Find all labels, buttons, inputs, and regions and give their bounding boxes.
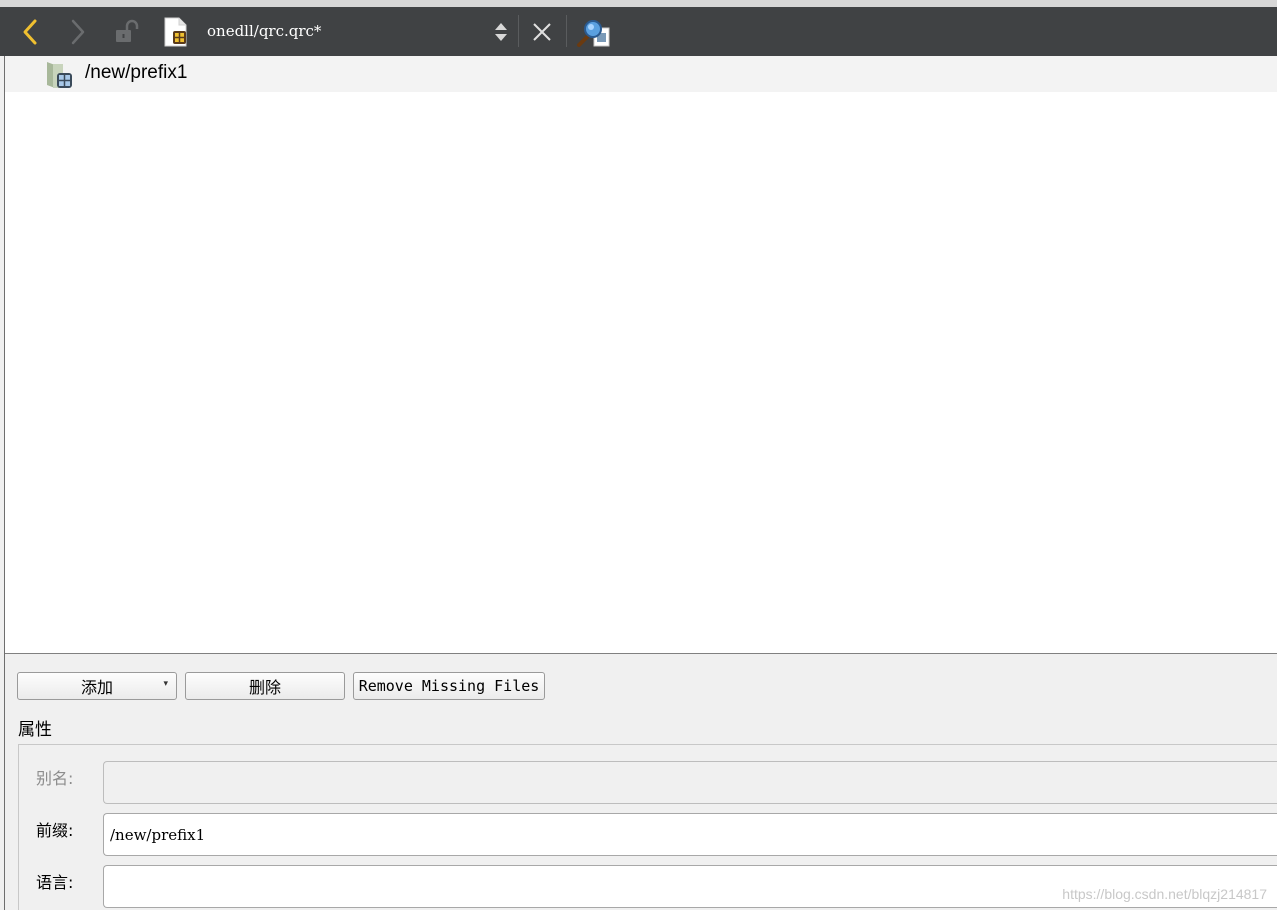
file-icon-holder bbox=[160, 7, 192, 56]
split-view-icon bbox=[577, 19, 610, 47]
window-top-edge bbox=[0, 0, 1277, 7]
toolbar-separator bbox=[518, 15, 519, 47]
tree-item[interactable]: /new/prefix1 bbox=[5, 56, 1277, 92]
add-button[interactable]: 添加 ▾ bbox=[17, 672, 177, 700]
editor-toolbar: onedll/qrc.qrc* bbox=[0, 7, 1277, 56]
remove-button-label: 删除 bbox=[248, 678, 281, 697]
properties-panel: 添加 ▾ 删除 Remove Missing Files 属性 别名: 前缀: … bbox=[5, 655, 1277, 910]
qrc-file-icon bbox=[164, 17, 187, 46]
dropdown-arrow-icon: ▾ bbox=[163, 679, 168, 689]
remove-missing-files-label: Remove Missing Files bbox=[358, 677, 540, 695]
lock-open-icon bbox=[116, 19, 139, 42]
watermark: https://blog.csdn.net/blqzj214817 bbox=[1062, 886, 1267, 902]
toolbar-separator bbox=[566, 15, 567, 47]
prefix-label: 前缀: bbox=[36, 821, 74, 840]
chevron-left-icon bbox=[23, 19, 37, 44]
up-down-arrows-icon bbox=[495, 22, 507, 41]
add-button-label: 添加 bbox=[80, 678, 113, 697]
close-document-button[interactable] bbox=[526, 7, 558, 56]
back-button[interactable] bbox=[14, 7, 46, 56]
resource-tree[interactable]: /new/prefix1 bbox=[5, 56, 1277, 654]
prefix-field[interactable]: /new/prefix1 bbox=[103, 813, 1277, 856]
document-list-dropdown[interactable] bbox=[490, 7, 512, 56]
prefix-folder-icon bbox=[47, 62, 72, 88]
split-button[interactable] bbox=[575, 7, 613, 56]
tree-item-label: /new/prefix1 bbox=[85, 62, 188, 83]
language-label: 语言: bbox=[36, 873, 74, 892]
remove-button[interactable]: 删除 bbox=[185, 672, 345, 700]
close-icon bbox=[533, 22, 551, 41]
document-title[interactable]: onedll/qrc.qrc* bbox=[207, 22, 321, 40]
lock-button[interactable] bbox=[110, 7, 142, 56]
remove-missing-files-button[interactable]: Remove Missing Files bbox=[353, 672, 545, 700]
alias-field[interactable] bbox=[103, 761, 1277, 804]
chevron-right-icon bbox=[71, 19, 85, 44]
properties-title: 属性 bbox=[18, 720, 52, 740]
alias-label: 别名: bbox=[36, 769, 74, 788]
forward-button[interactable] bbox=[62, 7, 94, 56]
